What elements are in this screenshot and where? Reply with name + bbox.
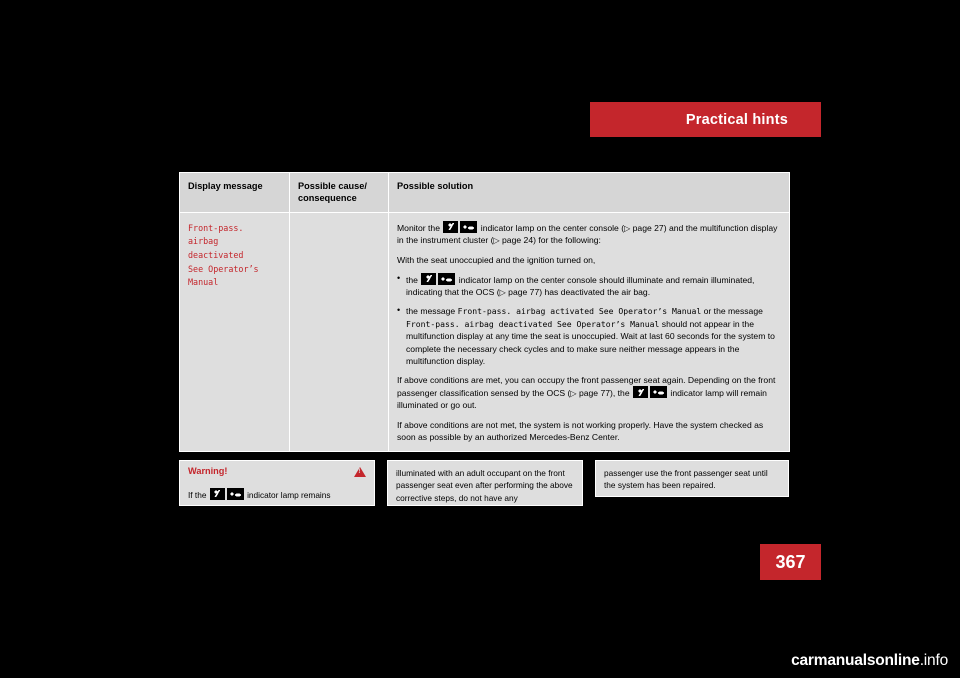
- occupant-indicator-icon: [209, 487, 225, 500]
- warning-box3-text: passenger use the front passenger seat u…: [604, 468, 768, 491]
- warning-title-row: Warning!: [188, 465, 366, 479]
- solution-paragraph-1: Monitor the indicator lamp on the center…: [397, 220, 781, 247]
- chapter-title: Practical hints: [685, 111, 788, 128]
- occupant-indicator-icon: [443, 220, 459, 233]
- document-page: Practical hints Display message Possible…: [0, 0, 960, 678]
- cell-display-message: Front-pass. airbag deactivated See Opera…: [179, 211, 290, 453]
- warning-box1-before: If the: [188, 489, 207, 500]
- warning-box1-after: indicator lamp remains: [247, 489, 331, 500]
- solution-paragraph-4: If above conditions are not met, the sys…: [397, 419, 764, 442]
- bullet2-message-1: Front-pass. airbag activated See Operato…: [457, 306, 702, 317]
- airbag-off-indicator-icon: [226, 487, 244, 500]
- airbag-off-indicator-icon: [460, 220, 478, 233]
- solution-paragraph-3: If above conditions are met, you can occ…: [397, 374, 781, 412]
- column-header-possible-solution: Possible solution: [388, 172, 790, 213]
- display-message-text: Front-pass. airbag deactivated See Opera…: [188, 222, 259, 288]
- solution-bullet-list: the indicator lamp on the center console…: [397, 272, 781, 367]
- solution-bullet-2: the message Front-pass. airbag activated…: [397, 304, 781, 367]
- page-number-badge: 367: [760, 544, 821, 580]
- page-reference-arrow-icon: ▷: [624, 223, 631, 233]
- bullet2-before: the message: [406, 306, 456, 317]
- column-header-display-message: Display message: [179, 172, 290, 213]
- bullet1-ref: page 77: [508, 286, 540, 297]
- cell-possible-solution: Monitor the indicator lamp on the center…: [388, 211, 790, 453]
- bullet2-mid: or the message: [703, 306, 763, 317]
- page-reference-arrow-icon: ▷: [570, 389, 577, 399]
- solution-p1-after: indicator lamp on the center console (: [480, 222, 625, 233]
- site-watermark: carmanualsonline.info: [791, 652, 948, 670]
- chapter-header-banner: Practical hints: [590, 102, 821, 137]
- solution-p1-ref2: page 24: [502, 235, 534, 246]
- bullet1-before: the: [406, 274, 418, 285]
- bullet2-message-2: Front-pass. airbag deactivated See Opera…: [406, 318, 660, 329]
- watermark-name: carmanualsonline: [791, 652, 920, 669]
- solution-p3-after: ), the: [610, 388, 630, 399]
- warning-box-middle: illuminated with an adult occupant on th…: [387, 460, 583, 506]
- warning-title-text: Warning!: [188, 466, 228, 476]
- solution-p1-ref1: page 27: [632, 222, 664, 233]
- warning-row: Warning! If the indicator lamp remains i…: [179, 460, 789, 506]
- page-number-text: 367: [775, 551, 806, 572]
- airbag-off-indicator-icon: [650, 386, 668, 399]
- table-header-row: Display message Possible cause/ conseque…: [179, 172, 790, 213]
- table-row: Front-pass. airbag deactivated See Opera…: [179, 211, 790, 453]
- warning-triangle-icon: [354, 466, 366, 477]
- warning-box-left: Warning! If the indicator lamp remains: [179, 460, 375, 506]
- occupant-indicator-icon: [421, 272, 437, 285]
- page-reference-arrow-icon: ▷: [493, 236, 500, 246]
- solution-p3-ref: page 77: [578, 388, 611, 399]
- cell-possible-cause: [289, 211, 389, 453]
- watermark-suffix: .info: [919, 652, 949, 669]
- solution-p1-before: Monitor the: [397, 222, 440, 233]
- occupant-indicator-icon: [633, 386, 649, 399]
- warning-box-right: passenger use the front passenger seat u…: [595, 460, 789, 497]
- column-header-possible-cause: Possible cause/ consequence: [289, 172, 389, 213]
- warning-box2-text: illuminated with an adult occupant on th…: [396, 468, 573, 503]
- solution-paragraph-2: With the seat unoccupied and the ignitio…: [397, 254, 596, 265]
- troubleshooting-table: Display message Possible cause/ conseque…: [179, 172, 790, 453]
- page-reference-arrow-icon: ▷: [499, 287, 506, 297]
- warning-box-left-text: If the indicator lamp remains: [188, 487, 366, 501]
- bullet1-end: ) has deactivated the air bag.: [539, 286, 651, 297]
- solution-p1-end: ) for the following:: [533, 235, 601, 246]
- solution-bullet-1: the indicator lamp on the center console…: [397, 272, 781, 299]
- airbag-off-indicator-icon: [438, 272, 456, 285]
